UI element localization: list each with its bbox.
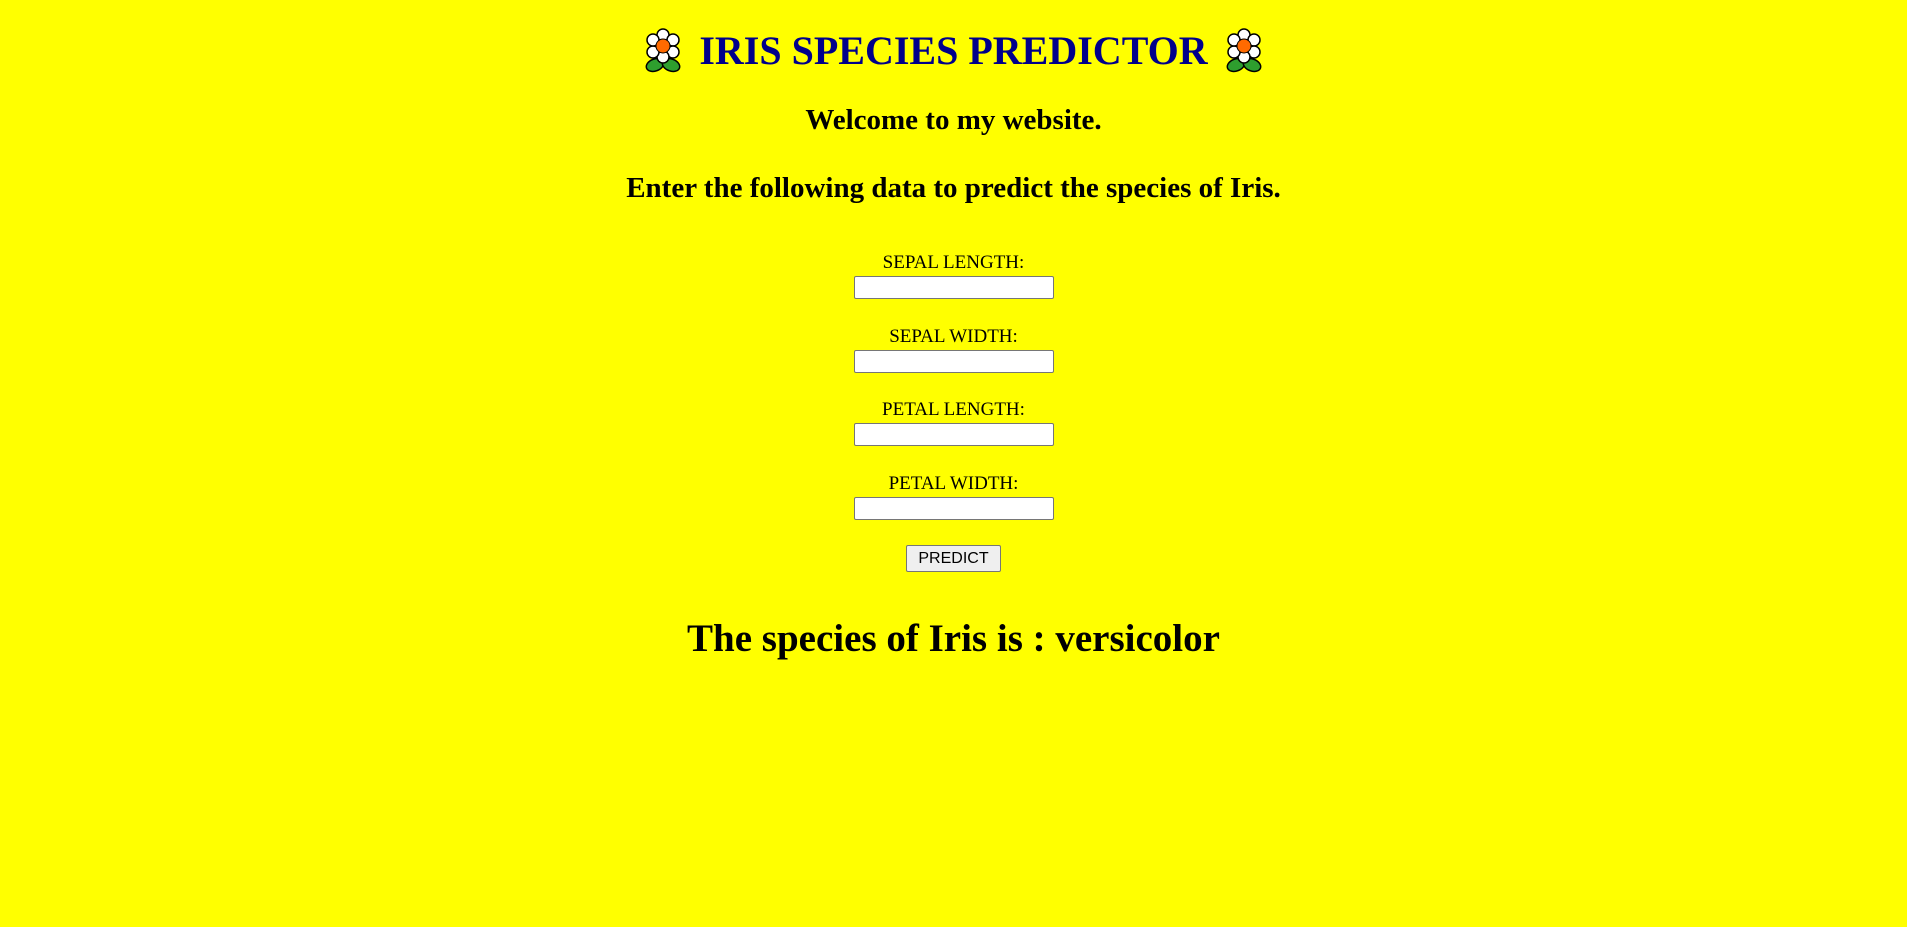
flower-icon xyxy=(641,27,685,75)
sepal-width-label: SEPAL WIDTH: xyxy=(889,326,1018,347)
page: IRIS SPECIES PREDICTOR Welcome to my web… xyxy=(0,0,1907,927)
welcome-text: Welcome to my website. xyxy=(805,104,1102,136)
predict-button[interactable]: PREDICT xyxy=(906,545,1001,572)
prediction-result: The species of Iris is : versicolor xyxy=(687,617,1220,660)
petal-length-label: PETAL LENGTH: xyxy=(882,399,1025,420)
petal-width-input[interactable] xyxy=(853,497,1054,520)
petal-length-input[interactable] xyxy=(853,423,1054,446)
sepal-length-label: SEPAL LENGTH: xyxy=(882,252,1025,273)
field-sepal-width: SEPAL WIDTH: xyxy=(0,326,1907,373)
page-header: IRIS SPECIES PREDICTOR xyxy=(0,24,1907,78)
field-sepal-length: SEPAL LENGTH: xyxy=(0,252,1907,299)
sepal-width-input[interactable] xyxy=(853,350,1054,373)
page-title: IRIS SPECIES PREDICTOR xyxy=(699,28,1208,73)
sepal-length-input[interactable] xyxy=(853,276,1054,299)
field-petal-width: PETAL WIDTH: xyxy=(0,473,1907,520)
petal-width-label: PETAL WIDTH: xyxy=(888,473,1019,494)
instructions-text: Enter the following data to predict the … xyxy=(626,172,1281,204)
field-petal-length: PETAL LENGTH: xyxy=(0,399,1907,446)
flower-icon xyxy=(1222,27,1266,75)
